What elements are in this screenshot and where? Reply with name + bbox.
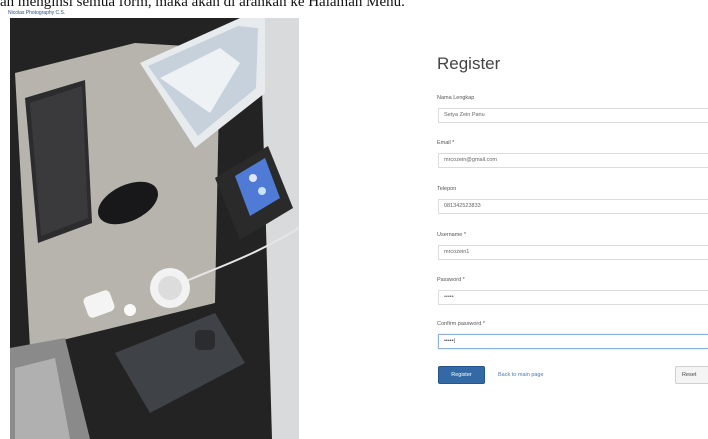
- password-label: Password *: [437, 277, 465, 283]
- register-button[interactable]: Register: [438, 366, 485, 384]
- username-input[interactable]: mrcozein1: [438, 245, 708, 260]
- email-input[interactable]: mrcozein@gmail.com: [438, 153, 708, 168]
- phone-input[interactable]: 081342523833: [438, 199, 708, 214]
- full-name-input[interactable]: Setya Zein Panu: [438, 108, 708, 123]
- confirm-password-label: Confirm password *: [437, 321, 485, 327]
- page-title: Register: [437, 54, 501, 73]
- photo-credit: Nicolas Photography C.S.: [8, 10, 66, 16]
- register-form: Register Nama Lengkap Setya Zein Panu Em…: [437, 0, 708, 439]
- desk-setup-photo: [10, 18, 299, 439]
- username-label: Username *: [437, 232, 467, 238]
- confirm-password-input[interactable]: •••••|: [438, 334, 708, 349]
- full-name-label: Nama Lengkap: [437, 95, 475, 101]
- email-label: Email *: [437, 140, 455, 146]
- password-input[interactable]: •••••: [438, 290, 708, 305]
- phone-label: Telepon: [437, 186, 457, 192]
- reset-button[interactable]: Reset: [675, 366, 708, 384]
- back-to-main-link[interactable]: Back to main page: [498, 372, 544, 378]
